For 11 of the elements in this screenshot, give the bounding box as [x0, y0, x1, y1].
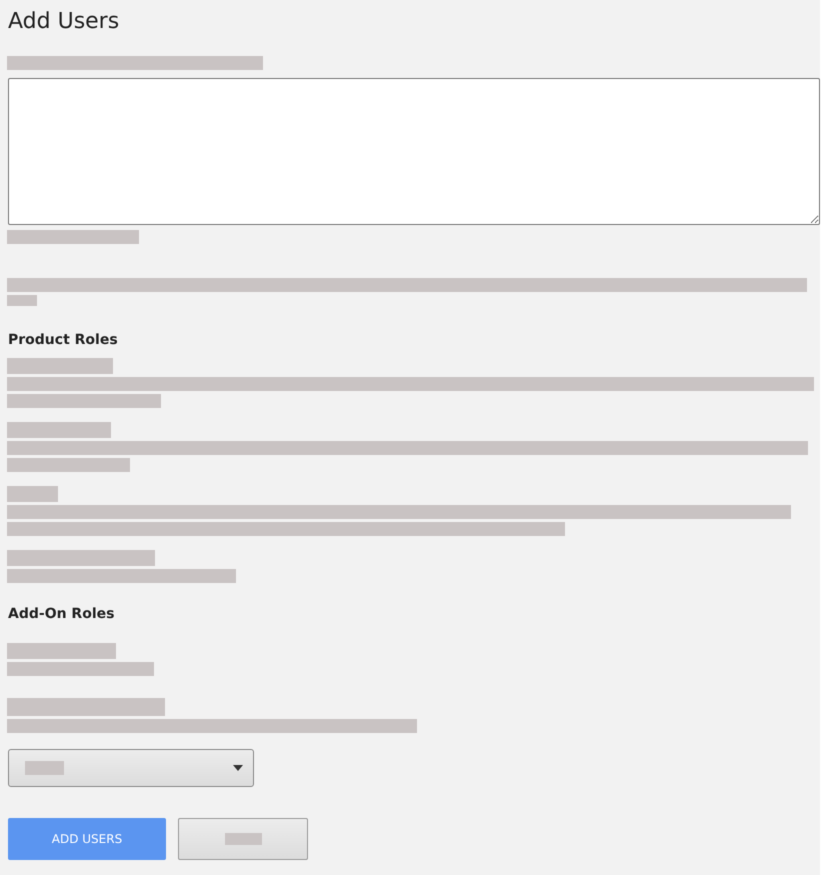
redacted-text: [7, 486, 58, 502]
redacted-text: [7, 295, 37, 306]
page-title: Add Users: [8, 8, 120, 36]
section-heading: Add-On Roles: [8, 605, 116, 623]
role-dropdown[interactable]: [8, 749, 254, 787]
cancel-button[interactable]: [178, 818, 308, 860]
section-heading: Product Roles: [8, 331, 119, 349]
redacted-text: [25, 761, 64, 775]
users-input-field[interactable]: [8, 78, 820, 225]
caret-icon: [233, 765, 243, 771]
add-users-button[interactable]: ADD USERS: [8, 818, 166, 860]
